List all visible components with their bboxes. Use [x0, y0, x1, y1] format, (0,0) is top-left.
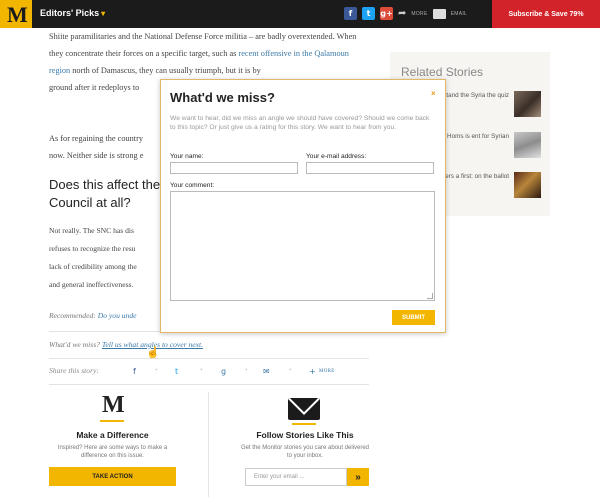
email-label: Your e-mail address: — [306, 153, 367, 160]
facebook-icon[interactable]: f — [344, 7, 357, 20]
newsletter-email-input[interactable]: Enter your email ... — [245, 468, 347, 486]
close-icon[interactable]: × — [431, 89, 436, 98]
recommended-link[interactable]: Do you unde — [98, 311, 137, 320]
top-bar: M Editors' Picks ▾ f t g+ ➦ MORE EMAIL Su… — [0, 0, 600, 28]
article-text: north of Damascus, they can usually triu… — [70, 66, 261, 75]
related-stories-title: Related Stories — [401, 65, 484, 79]
article-text: now. Neither side is strong e — [49, 151, 144, 160]
make-difference-desc: Inspired? Here are some ways to make a d… — [57, 445, 168, 459]
follow-stories-desc: Get the Monitor stories you care about d… — [240, 445, 370, 459]
editors-picks-label: Editors' Picks — [40, 8, 100, 18]
feedback-modal: What'd we miss? × We want to hear, did w… — [160, 79, 446, 333]
monitor-logo: M — [102, 392, 125, 418]
google-plus-icon[interactable]: g+ — [380, 7, 393, 20]
accent-underline — [100, 420, 124, 422]
email-share-link[interactable]: EMAIL — [451, 11, 468, 17]
newsletter-submit-button[interactable]: » — [347, 468, 369, 486]
resize-handle-icon[interactable] — [427, 293, 433, 299]
twitter-icon[interactable]: t — [175, 367, 178, 376]
article-text: Not really. The SNC has dis — [49, 226, 134, 235]
article-text: ground after it redeploys to — [49, 83, 140, 92]
article-text: refuses to recognize the resu — [49, 244, 136, 253]
chevron-down-icon: ▾ — [101, 9, 106, 18]
follow-stories-title: Follow Stories Like This — [256, 430, 354, 440]
separator-dot: • — [289, 365, 292, 374]
subscribe-button[interactable]: Subscribe & Save 79% — [492, 0, 600, 28]
name-label: Your name: — [170, 153, 204, 160]
related-story-thumbnail — [514, 132, 541, 158]
editors-picks-menu[interactable]: Editors' Picks ▾ — [40, 8, 105, 18]
column-divider — [208, 392, 209, 497]
share-label: Share this story: — [49, 366, 99, 375]
article-text: As for regaining the country — [49, 134, 144, 143]
monitor-logo[interactable]: M — [0, 0, 32, 28]
article-text: lack of credibility among the — [49, 262, 137, 271]
feedback-prompt: What'd we miss? Tell us what angles to c… — [49, 340, 203, 349]
divider — [49, 384, 369, 385]
share-arrow-icon[interactable]: ➦ — [398, 8, 406, 19]
email-icon[interactable] — [432, 8, 446, 19]
make-difference-title: Make a Difference — [76, 430, 149, 440]
share-row: Share this story: f • t • g • ✉ • + MORE — [49, 365, 369, 380]
feedback-prompt-text: What'd we miss? — [49, 340, 100, 349]
take-action-button[interactable]: TAKE ACTION — [49, 467, 176, 486]
separator-dot: • — [200, 365, 203, 374]
recommended-label: Recommended: — [49, 311, 96, 320]
subheading-line: Council at all? — [49, 195, 131, 210]
submit-button[interactable]: SUBMIT — [392, 310, 435, 325]
accent-underline — [292, 423, 316, 425]
more-share-link[interactable]: MORE — [319, 369, 335, 374]
modal-description: We want to hear, did we miss an angle we… — [170, 115, 430, 131]
related-story-thumbnail — [514, 91, 541, 117]
separator-dot: • — [155, 365, 158, 374]
separator-dot: • — [245, 365, 248, 374]
twitter-icon[interactable]: t — [362, 7, 375, 20]
share-bar: f t g+ ➦ MORE EMAIL — [344, 7, 467, 20]
recommended-line: Recommended: Do you unde — [49, 311, 137, 320]
more-share-link[interactable]: MORE — [411, 11, 427, 17]
modal-title: What'd we miss? — [170, 90, 275, 105]
envelope-icon — [288, 398, 320, 420]
google-plus-icon[interactable]: g — [221, 367, 226, 376]
email-field[interactable] — [306, 162, 434, 174]
subheading-line: Does this affect the — [49, 177, 161, 192]
related-story-thumbnail — [514, 172, 541, 198]
name-field[interactable] — [170, 162, 298, 174]
article-text: and general ineffectiveness. — [49, 280, 134, 289]
divider — [49, 358, 369, 359]
facebook-icon[interactable]: f — [133, 367, 136, 376]
plus-icon[interactable]: + — [309, 367, 316, 376]
comment-label: Your comment: — [170, 182, 215, 189]
logo-letter: M — [7, 2, 28, 27]
comment-textarea[interactable] — [170, 191, 435, 301]
email-icon[interactable]: ✉ — [263, 367, 270, 376]
